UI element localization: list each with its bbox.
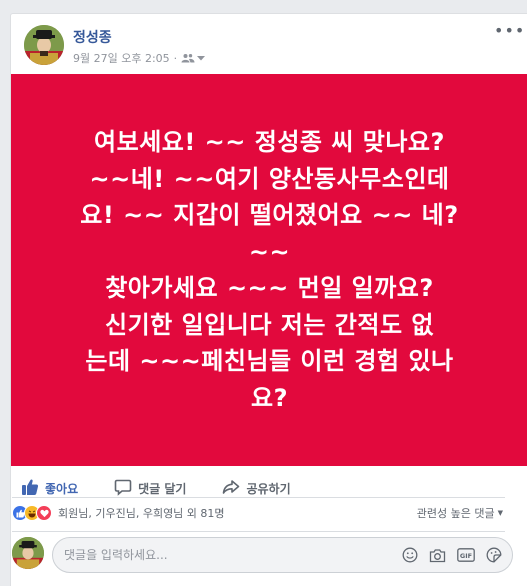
user-avatar[interactable] [12, 537, 44, 569]
comment-sort-dropdown[interactable]: 관련성 높은 댓글 ▼ [417, 505, 503, 521]
comment-box: GIF [52, 537, 513, 573]
emoji-icon[interactable] [402, 547, 418, 563]
reaction-names[interactable]: 회원님, 기우진님, 우희영님 외 81명 [58, 505, 225, 521]
share-icon [222, 478, 246, 499]
svg-text:GIF: GIF [460, 552, 472, 560]
comment-input[interactable] [64, 548, 374, 562]
sticker-icon[interactable] [486, 547, 502, 563]
divider [12, 497, 505, 498]
gif-icon[interactable]: GIF [457, 548, 475, 562]
privacy-dropdown-icon[interactable] [197, 55, 206, 61]
like-button[interactable]: 좋아요 [21, 478, 78, 499]
thumbs-up-icon [21, 478, 45, 499]
comment-button[interactable]: 댓글 달기 [114, 478, 186, 499]
share-button[interactable]: 공유하기 [222, 478, 291, 499]
divider [12, 531, 505, 532]
camera-icon[interactable] [429, 548, 446, 563]
author-avatar[interactable] [24, 25, 64, 65]
post-content-box: 여보세요! ~~ 정성종 씨 맞나요? ~~네! ~~여기 양산동사무소인데 요… [11, 74, 527, 466]
friends-icon[interactable] [181, 53, 195, 63]
post-meta: 9월 27일 오후 2:05 · [73, 50, 206, 66]
author-name[interactable]: 정성종 [73, 27, 112, 47]
action-bar: 좋아요 댓글 달기 공유하기 [11, 472, 527, 504]
more-icon[interactable]: ••• [494, 23, 524, 40]
post-date[interactable]: 9월 27일 오후 2:05 [73, 50, 170, 66]
share-label: 공유하기 [246, 481, 291, 496]
reaction-icons[interactable] [12, 505, 52, 521]
meta-separator: · [173, 51, 178, 65]
comment-icon [114, 478, 138, 499]
comment-tools: GIF [391, 547, 512, 563]
love-reaction-icon [36, 505, 52, 521]
reactions-row: 회원님, 기우진님, 우희영님 외 81명 관련성 높은 댓글 ▼ [12, 502, 505, 524]
post-header: 정성종 9월 27일 오후 2:05 · ••• [11, 14, 527, 74]
post-card: 정성종 9월 27일 오후 2:05 · ••• 여보세요! ~~ 정성종 씨 … [10, 13, 527, 586]
chevron-down-icon: ▼ [497, 509, 503, 517]
post-text: 여보세요! ~~ 정성종 씨 맞나요? ~~네! ~~여기 양산동사무소인데 요… [80, 128, 459, 412]
sort-label: 관련성 높은 댓글 [416, 507, 495, 520]
like-label: 좋아요 [45, 481, 79, 496]
comment-label: 댓글 달기 [138, 481, 187, 496]
